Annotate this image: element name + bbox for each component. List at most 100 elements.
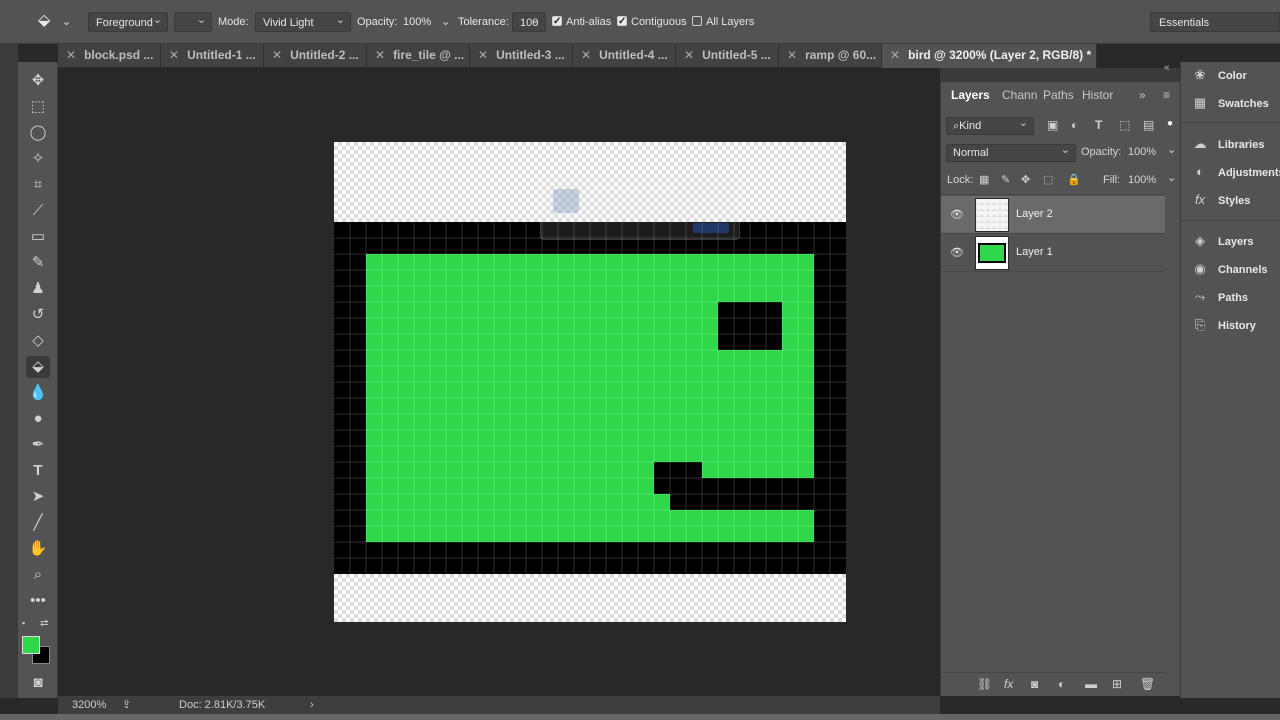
panel-libraries[interactable]: ☁ Libraries — [1191, 133, 1265, 155]
stamp-tool-icon[interactable]: ♟ — [26, 278, 50, 300]
opacity-chevron-icon[interactable]: ⌄ — [1167, 143, 1176, 156]
panel-adjustments[interactable]: ◐ Adjustments — [1191, 161, 1280, 183]
pixel-art[interactable] — [334, 222, 846, 574]
panel-layers[interactable]: ◈ Layers — [1191, 230, 1253, 252]
new-group-folder-icon[interactable]: ▬ — [1085, 677, 1097, 691]
close-icon[interactable]: ✕ — [478, 44, 488, 66]
add-mask-icon[interactable]: ◙ — [1031, 677, 1038, 691]
line-tool-icon[interactable]: ╱ — [26, 512, 50, 534]
contiguous-checkbox[interactable]: Contiguous — [617, 12, 687, 32]
layer-row-layer-1[interactable]: 👁 Layer 1 — [941, 234, 1165, 272]
all-layers-checkbox[interactable]: All Layers — [692, 12, 754, 32]
path-selection-tool-icon[interactable]: ➤ — [26, 486, 50, 508]
adjustment-layer-icon[interactable]: ◐ — [1058, 677, 1065, 691]
paint-bucket-tool-icon[interactable]: ⬙ — [26, 356, 50, 378]
swap-colors-icon[interactable]: ⇄ — [40, 618, 48, 629]
history-brush-tool-icon[interactable]: ↺ — [26, 304, 50, 326]
filter-adjustment-icon[interactable]: ◐ — [1071, 118, 1078, 132]
close-icon[interactable]: ✕ — [169, 44, 179, 66]
dodge-tool-icon[interactable]: ● — [26, 408, 50, 430]
panel-channels[interactable]: ◉ Channels — [1191, 258, 1267, 280]
close-icon[interactable]: ✕ — [890, 44, 900, 66]
quick-mask-icon[interactable]: ◙ — [26, 672, 50, 694]
fill-value[interactable]: 100% — [1128, 174, 1156, 186]
tolerance-input[interactable]: 100 — [512, 10, 546, 32]
magic-wand-tool-icon[interactable]: ✧ — [26, 148, 50, 170]
foreground-color-swatch[interactable] — [22, 636, 40, 654]
panel-color[interactable]: ❀ Color — [1191, 64, 1247, 86]
close-icon[interactable]: ✕ — [66, 44, 76, 66]
workspace-switcher[interactable]: Essentials — [1150, 12, 1280, 32]
blur-tool-icon[interactable]: 💧 — [26, 382, 50, 404]
filter-pixel-icon[interactable]: ▣ — [1047, 118, 1058, 132]
brush-tool-icon[interactable]: ✎ — [26, 252, 50, 274]
zoom-tool-icon[interactable]: ⌕ — [26, 564, 50, 586]
panel-menu-icon[interactable]: ≡ — [1163, 88, 1170, 102]
close-icon[interactable]: ✕ — [375, 44, 385, 66]
panel-paths[interactable]: ⤳ Paths — [1191, 286, 1248, 308]
healing-brush-tool-icon[interactable]: ▭ — [26, 226, 50, 248]
link-layers-icon[interactable]: ⛓ — [977, 677, 992, 691]
filter-type-icon[interactable]: T — [1095, 118, 1102, 132]
status-menu-arrow-icon[interactable]: › — [310, 696, 314, 714]
close-icon[interactable]: ✕ — [684, 44, 694, 66]
export-icon[interactable]: ⇪ — [122, 696, 131, 714]
filter-smart-object-icon[interactable]: ▤ — [1143, 118, 1154, 132]
tab-untitled-1[interactable]: ✕ Untitled-1 ... — [161, 44, 264, 68]
fx-icon[interactable]: fx — [1004, 677, 1013, 691]
blend-mode-select[interactable]: Normal — [946, 142, 1076, 162]
paint-bucket-tool-icon[interactable]: ⬙ — [38, 11, 50, 31]
tab-bird-active[interactable]: ✕ bird @ 3200% (Layer 2, RGB/8) * — [882, 44, 1097, 68]
visibility-eye-icon[interactable]: 👁 — [950, 246, 964, 259]
tab-channels[interactable]: Chann — [1002, 88, 1037, 102]
lasso-tool-icon[interactable]: ◯ — [26, 122, 50, 144]
type-tool-icon[interactable]: T — [26, 460, 50, 482]
pen-tool-icon[interactable]: ✒ — [26, 434, 50, 456]
layer-opacity-value[interactable]: 100% — [1128, 146, 1156, 158]
opacity-value[interactable]: 100% — [403, 12, 431, 32]
tab-paths[interactable]: Paths — [1043, 88, 1074, 102]
mode-select[interactable]: Vivid Light — [255, 10, 351, 32]
filter-kind-select[interactable]: ⌕Kind — [946, 115, 1034, 135]
opacity-chevron-icon[interactable]: ⌄ — [441, 12, 450, 32]
tab-fire-tile[interactable]: ✕ fire_tile @ ... — [367, 44, 470, 68]
panel-swatches[interactable]: ▦ Swatches — [1191, 92, 1269, 114]
eraser-tool-icon[interactable]: ◇ — [26, 330, 50, 352]
lock-transparent-icon[interactable]: ▦ — [979, 173, 989, 186]
close-icon[interactable]: ✕ — [581, 44, 591, 66]
lock-all-icon[interactable]: 🔒 — [1067, 173, 1081, 186]
move-tool-icon[interactable]: ✥ — [26, 70, 50, 92]
lock-pixels-icon[interactable]: ✎ — [1001, 173, 1010, 186]
more-tabs-icon[interactable]: » — [1139, 88, 1146, 102]
hand-tool-icon[interactable]: ✋ — [26, 538, 50, 560]
tool-preset-chevron-icon[interactable]: ⌄ — [62, 12, 71, 32]
lock-position-icon[interactable]: ✥ — [1021, 173, 1030, 186]
tab-history[interactable]: Histor — [1082, 88, 1113, 102]
crop-tool-icon[interactable]: ⌗ — [26, 174, 50, 196]
filter-shape-icon[interactable]: ⬚ — [1119, 118, 1130, 132]
panel-history[interactable]: ⎘ History — [1191, 314, 1256, 336]
close-icon[interactable]: ✕ — [272, 44, 282, 66]
fill-chevron-icon[interactable]: ⌄ — [1167, 171, 1176, 184]
new-layer-icon[interactable]: ⊞ — [1112, 677, 1122, 691]
layer-name[interactable]: Layer 1 — [1016, 246, 1053, 258]
eyedropper-tool-icon[interactable]: ⟋ — [26, 200, 50, 222]
tab-block[interactable]: ✕ block.psd ... — [58, 44, 161, 68]
visibility-eye-icon[interactable]: 👁 — [950, 208, 964, 221]
tab-untitled-3[interactable]: ✕ Untitled-3 ... — [470, 44, 573, 68]
tab-untitled-4[interactable]: ✕ Untitled-4 ... — [573, 44, 676, 68]
tab-untitled-2[interactable]: ✕ Untitled-2 ... — [264, 44, 367, 68]
layer-row-layer-2[interactable]: 👁 Layer 2 — [941, 196, 1165, 234]
tab-ramp[interactable]: ✕ ramp @ 60... — [779, 44, 882, 68]
collapse-panels-icon[interactable]: « — [1164, 62, 1170, 73]
doc-size[interactable]: Doc: 2.81K/3.75K — [179, 696, 265, 714]
tab-layers[interactable]: Layers — [951, 88, 990, 102]
more-tools-icon[interactable]: ••• — [26, 590, 50, 612]
panel-styles[interactable]: fx Styles — [1191, 189, 1250, 211]
default-colors-icon[interactable]: ▪ — [22, 618, 25, 628]
filter-toggle-icon[interactable]: ● — [1167, 118, 1173, 129]
fill-source-select[interactable]: Foreground — [88, 10, 168, 32]
trash-icon[interactable]: 🗑 — [1140, 677, 1155, 691]
pattern-picker[interactable] — [174, 10, 212, 32]
layer-name[interactable]: Layer 2 — [1016, 208, 1053, 220]
